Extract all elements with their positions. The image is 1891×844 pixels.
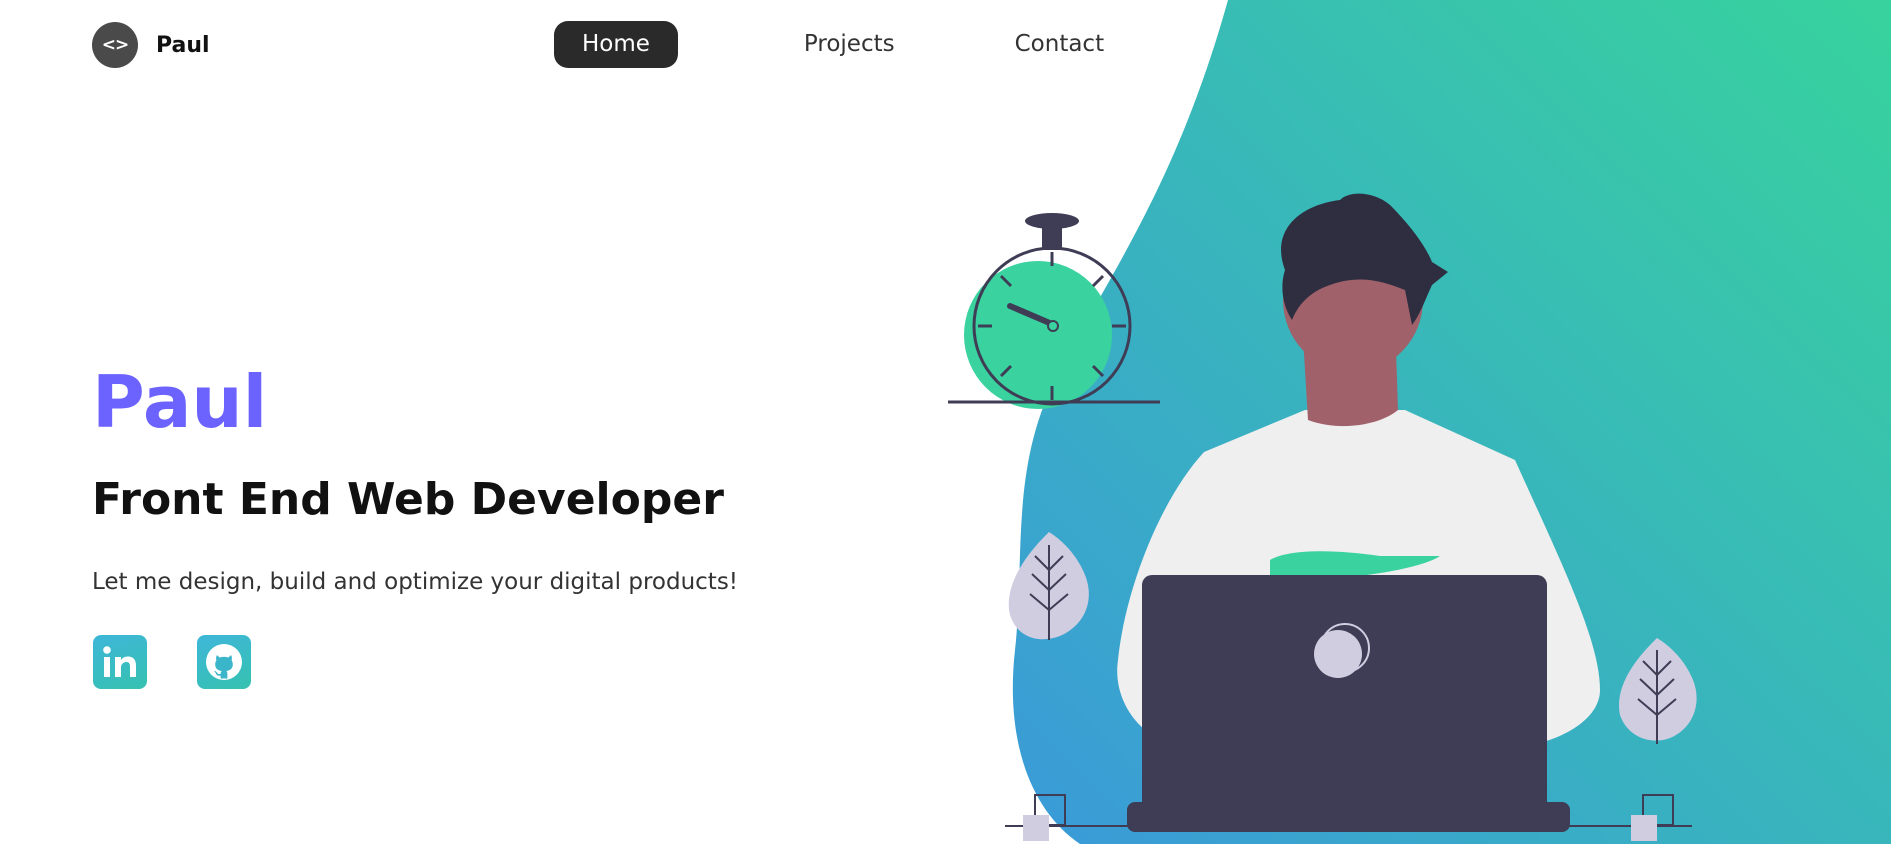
nav-link-projects[interactable]: Projects bbox=[776, 21, 923, 68]
github-link[interactable] bbox=[197, 635, 251, 689]
nav-link-home[interactable]: Home bbox=[554, 21, 678, 68]
linkedin-link[interactable] bbox=[93, 635, 147, 689]
github-icon bbox=[206, 644, 242, 680]
nav-link-contact[interactable]: Contact bbox=[987, 21, 1132, 68]
hero-name: Paul bbox=[92, 360, 268, 444]
hero-tagline: Let me design, build and optimize your d… bbox=[92, 569, 739, 595]
linkedin-icon bbox=[103, 646, 136, 677]
code-brackets-logo-icon: <> bbox=[92, 22, 138, 68]
brand-name: Paul bbox=[156, 32, 210, 58]
brand[interactable]: <> Paul bbox=[92, 22, 210, 68]
hero-role: Front End Web Developer bbox=[92, 474, 724, 525]
main-nav: Home Projects Contact bbox=[554, 21, 1132, 68]
hero-background-blob bbox=[1012, 0, 1891, 844]
